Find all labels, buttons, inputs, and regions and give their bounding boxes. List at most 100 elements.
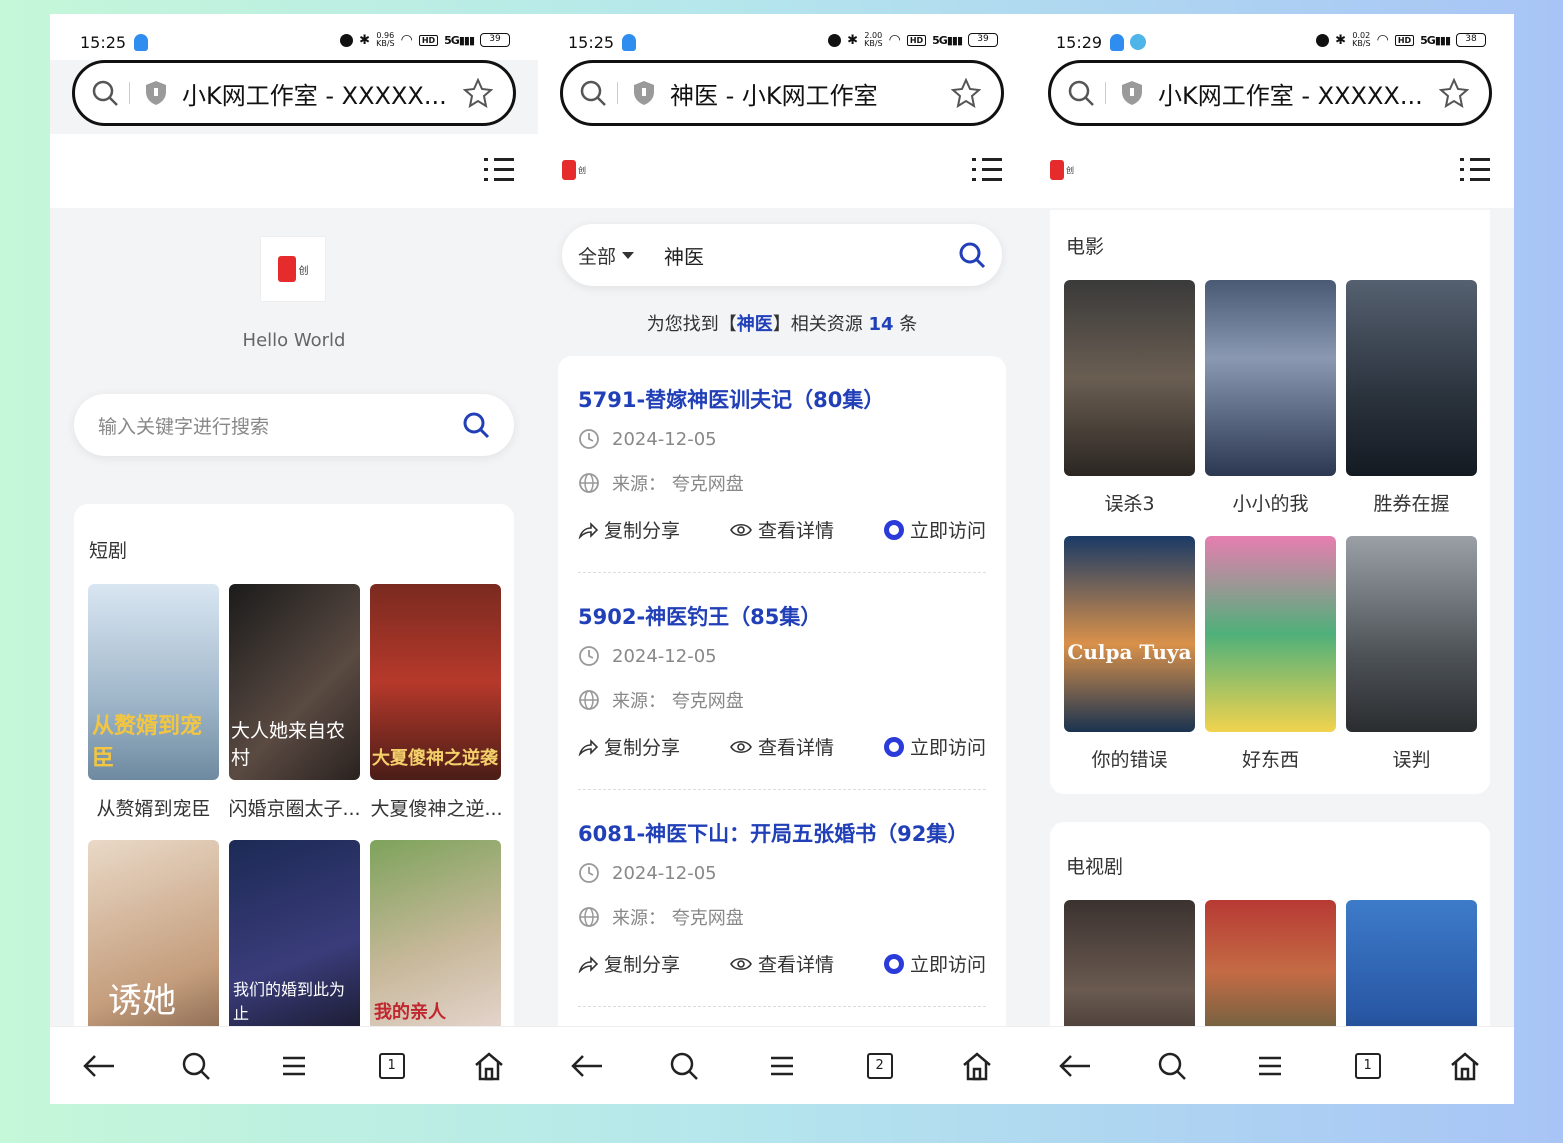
search-button[interactable] [176, 1046, 216, 1086]
poster-1[interactable]: 从赘婿到宠臣 [88, 584, 219, 780]
details-button[interactable]: 查看详情 [730, 733, 834, 760]
poster-caption[interactable]: 误判 [1346, 745, 1477, 772]
shield-icon[interactable] [632, 80, 656, 106]
poster-movie-2[interactable] [1205, 280, 1336, 476]
poster-movie-5[interactable] [1205, 536, 1336, 732]
poster-movie-4[interactable]: Culpa Tuya [1064, 536, 1195, 732]
search-box[interactable]: 输入关键字进行搜索 [74, 394, 514, 456]
alarm-icon [340, 33, 354, 47]
visit-icon [883, 736, 904, 757]
search-icon[interactable] [1067, 79, 1095, 107]
poster-caption[interactable]: 小小的我 [1205, 489, 1336, 516]
star-icon[interactable] [951, 78, 981, 108]
poster-5[interactable]: 我们的婚到此为止 [229, 840, 360, 1036]
bluetooth-icon: ✱ [1335, 32, 1347, 48]
tabs-button[interactable]: 1 [1348, 1046, 1388, 1086]
hello-text: Hello World [242, 330, 346, 351]
search-input[interactable]: 输入关键字进行搜索 [98, 412, 462, 439]
search-button[interactable] [664, 1046, 704, 1086]
visit-label: 立即访问 [909, 954, 986, 976]
search-icon [1159, 1052, 1187, 1080]
search-icon[interactable] [462, 411, 490, 439]
search-bar[interactable]: 全部 神医 [562, 224, 1002, 286]
summary-prefix: 为您找到【 [646, 314, 737, 335]
divider [1105, 82, 1106, 104]
poster-movie-6[interactable] [1346, 536, 1477, 732]
share-button[interactable]: 复制分享 [578, 950, 680, 977]
details-button[interactable]: 查看详情 [730, 950, 834, 977]
details-label: 查看详情 [757, 737, 834, 759]
menu-button[interactable] [1250, 1046, 1290, 1086]
poster-caption[interactable]: 从赘婿到宠臣 [88, 794, 219, 821]
menu-button[interactable] [274, 1046, 314, 1086]
back-button[interactable] [567, 1046, 607, 1086]
poster-caption[interactable]: 误杀3 [1064, 489, 1195, 516]
share-button[interactable]: 复制分享 [578, 733, 680, 760]
home-button[interactable] [1445, 1046, 1485, 1086]
summary-mid: 】相关资源 [772, 314, 869, 335]
poster-6[interactable]: 我的亲人 [370, 840, 501, 1036]
visit-button[interactable]: 立即访问 [883, 950, 986, 977]
poster-caption[interactable]: 闪婚京圈太子... [224, 794, 365, 821]
details-button[interactable]: 查看详情 [730, 516, 834, 543]
search-icon[interactable] [91, 79, 119, 107]
site-header: 创 [538, 134, 1026, 208]
back-arrow-icon [1059, 1054, 1090, 1077]
menu-icon[interactable] [972, 158, 1002, 182]
search-icon [671, 1052, 699, 1080]
back-arrow-icon [571, 1054, 602, 1077]
visit-button[interactable]: 立即访问 [883, 516, 986, 543]
battery-icon: 38 [1456, 33, 1486, 47]
scope-dropdown[interactable]: 全部 [578, 242, 635, 269]
visit-icon [883, 519, 904, 540]
notification-bell-icon [134, 34, 148, 51]
back-button[interactable] [79, 1046, 119, 1086]
menu-icon[interactable] [484, 158, 514, 182]
star-icon[interactable] [1439, 78, 1469, 108]
shield-icon[interactable] [144, 80, 168, 106]
site-logo[interactable]: 创 [260, 236, 326, 302]
tab-count: 1 [1354, 1052, 1381, 1079]
home-button[interactable] [957, 1046, 997, 1086]
search-button[interactable] [1152, 1046, 1192, 1086]
home-button[interactable] [469, 1046, 509, 1086]
status-bar: 15:25 ✱ 0.96 KB/S ◠ HD 5G▮▮▮ 39 [50, 14, 538, 60]
app-notification-icon [1130, 34, 1146, 50]
result-title[interactable]: 5902-神医钓王（85集） [578, 601, 986, 631]
shield-icon[interactable] [1120, 80, 1144, 106]
search-input[interactable]: 神医 [664, 241, 958, 270]
tabs-button[interactable]: 2 [860, 1046, 900, 1086]
menu-button[interactable] [762, 1046, 802, 1086]
search-icon[interactable] [579, 79, 607, 107]
hamburger-icon [770, 1056, 793, 1075]
star-icon[interactable] [463, 78, 493, 108]
site-logo[interactable]: 创 [562, 158, 592, 182]
address-bar[interactable]: 神医 - 小K网工作室 [560, 60, 1004, 126]
status-time: 15:25 [568, 33, 615, 52]
poster-caption[interactable]: 你的错误 [1064, 745, 1195, 772]
poster-movie-3[interactable] [1346, 280, 1477, 476]
menu-icon[interactable] [1460, 158, 1490, 182]
notification-bell-icon [622, 34, 636, 51]
back-button[interactable] [1055, 1046, 1095, 1086]
divider [578, 1006, 986, 1007]
tabs-button[interactable]: 1 [372, 1046, 412, 1086]
result-title[interactable]: 6081-神医下山：开局五张婚书（92集） [578, 818, 986, 848]
status-time: 15:25 [80, 33, 127, 52]
site-logo[interactable]: 创 [1050, 158, 1080, 182]
poster-2[interactable]: 大人她来自农村 [229, 584, 360, 780]
address-bar[interactable]: 小K网工作室 - XXXXX... [1048, 60, 1492, 126]
poster-3[interactable]: 大夏傻神之逆袭 [370, 584, 501, 780]
result-title[interactable]: 5791-替嫁神医训夫记（80集） [578, 384, 986, 414]
visit-button[interactable]: 立即访问 [883, 733, 986, 760]
poster-caption[interactable]: 大夏傻神之逆... [366, 794, 507, 821]
poster-caption[interactable]: 胜券在握 [1346, 489, 1477, 516]
poster-caption[interactable]: 好东西 [1205, 745, 1336, 772]
poster-4[interactable]: 诱她 [88, 840, 219, 1036]
poster-movie-1[interactable] [1064, 280, 1195, 476]
share-button[interactable]: 复制分享 [578, 516, 680, 543]
address-bar[interactable]: 小K网工作室 - XXXXX... [72, 60, 516, 126]
page-title: 小K网工作室 - XXXXX... [182, 81, 447, 110]
result-source: 来源： 夸克网盘 [578, 687, 744, 713]
search-icon[interactable] [958, 241, 986, 269]
